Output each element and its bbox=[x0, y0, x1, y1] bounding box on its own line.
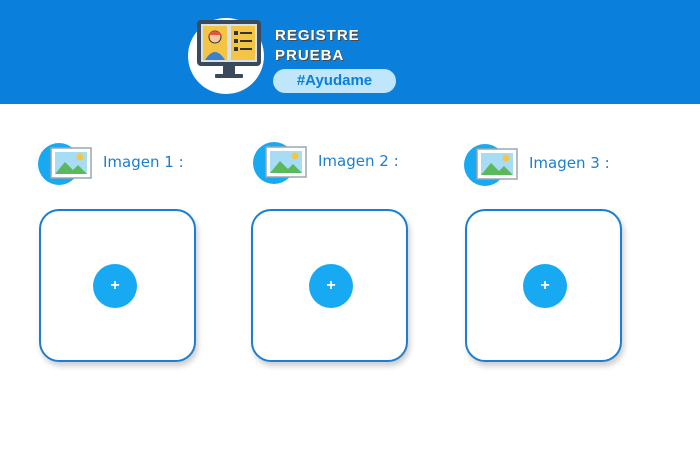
image-icon bbox=[38, 143, 92, 185]
title-line-1: REGISTRE bbox=[275, 27, 360, 44]
add-image-button-1[interactable]: + bbox=[93, 264, 137, 308]
slot-label-1: Imagen 1 : bbox=[103, 153, 184, 171]
image-icon bbox=[464, 144, 518, 186]
add-image-button-2[interactable]: + bbox=[309, 264, 353, 308]
hashtag-badge: #Ayudame bbox=[273, 69, 396, 93]
slot-label-3: Imagen 3 : bbox=[529, 154, 610, 172]
slot-label-2: Imagen 2 : bbox=[318, 152, 399, 170]
title-line-2: PRUEBA bbox=[275, 47, 345, 64]
computer-user-icon bbox=[197, 20, 261, 78]
image-icon bbox=[253, 142, 307, 184]
add-image-button-3[interactable]: + bbox=[523, 264, 567, 308]
